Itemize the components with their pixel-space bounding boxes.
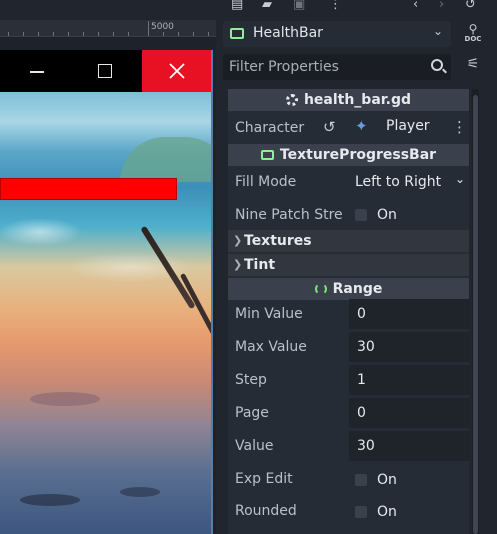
fill-mode-dropdown[interactable]: Left to Right ⌄ (349, 169, 469, 196)
open-resource-icon[interactable]: ▰ (262, 0, 272, 12)
close-button[interactable] (142, 50, 211, 92)
min-value-field[interactable]: 0 (349, 299, 469, 329)
checkbox-icon (355, 209, 367, 221)
node-scene-icon: ✦ (355, 117, 368, 135)
gear-icon (285, 94, 298, 106)
rounded-label: Rounded (235, 503, 297, 519)
property-list: health_bar.gd Character ↺ ✦ Player ⋮ Tex… (228, 89, 469, 534)
rounded-checkbox[interactable]: On (349, 498, 469, 526)
save-resource-icon[interactable]: ▣ (293, 0, 305, 12)
max-value-field[interactable]: 30 (349, 332, 469, 362)
value-label: Value (235, 438, 274, 454)
horizontal-ruler: 5000 (0, 20, 216, 37)
nine-patch-stretch-toggle-label: On (377, 207, 397, 223)
game-scene-background (0, 92, 211, 534)
viewport[interactable]: 5000 (0, 0, 216, 534)
filter-properties-input[interactable] (223, 54, 451, 80)
search-icon (431, 59, 443, 71)
node-select-row: HealthBar ⌄ ⚲ DOC (221, 21, 497, 47)
inspector-scrollbar[interactable] (472, 89, 479, 534)
texture-progress-bar-icon (260, 150, 274, 160)
script-section-header[interactable]: health_bar.gd (228, 89, 469, 111)
page-label: Page (235, 405, 269, 421)
value-field[interactable]: 30 (349, 431, 469, 461)
max-value-label: Max Value (235, 339, 307, 355)
new-resource-icon[interactable]: ▤ (231, 0, 243, 12)
inspector-tools-icon[interactable]: ⚟ (462, 56, 484, 78)
game-window-titlebar[interactable] (0, 50, 211, 92)
textures-group-label: Textures (244, 233, 312, 249)
class-name: TextureProgressBar (279, 147, 437, 163)
minimize-icon (30, 71, 44, 73)
filter-row: ⚟ (221, 54, 497, 80)
maximize-button[interactable] (86, 50, 124, 92)
chevron-right-icon: ❯ (233, 258, 243, 271)
character-value-field[interactable]: ✦ Player (349, 115, 454, 141)
character-value: Player (386, 118, 430, 134)
inspector-panel: ▤ ▰ ▣ ⋮ ‹ › ↺ HealthBar ⌄ ⚲ DOC ⚟ health… (221, 0, 497, 534)
fill-mode-label: Fill Mode (235, 174, 297, 190)
game-window[interactable] (0, 50, 213, 534)
tint-group-label: Tint (244, 257, 276, 273)
fill-mode-value: Left to Right (355, 174, 442, 190)
texture-progress-bar-icon (230, 28, 244, 39)
more-icon[interactable]: ⋮ (329, 0, 342, 12)
exp-edit-toggle-label: On (377, 472, 397, 488)
node-select-value: HealthBar (253, 25, 323, 41)
node-select[interactable]: HealthBar ⌄ (223, 21, 451, 47)
scrollbar-thumb[interactable] (473, 95, 478, 534)
doc-icon: ⚲ (468, 22, 478, 36)
nine-patch-stretch-label: Nine Patch Stret (235, 207, 343, 223)
exp-edit-checkbox[interactable]: On (349, 466, 469, 494)
object-history-icon[interactable]: ↺ (465, 0, 476, 12)
class-section-header[interactable]: TextureProgressBar (228, 144, 469, 166)
range-icon (314, 283, 327, 295)
chevron-down-icon: ⌄ (454, 172, 465, 186)
beach-rock (120, 487, 160, 497)
ruler-label: 5000 (151, 22, 174, 32)
checkbox-icon (355, 474, 367, 486)
textures-group[interactable]: ❯ Textures (228, 230, 469, 252)
checkbox-icon (355, 506, 367, 518)
maximize-icon (98, 64, 112, 78)
viewport-top-strip (0, 0, 216, 20)
grass-blade (140, 225, 196, 310)
minimize-button[interactable] (18, 50, 56, 92)
nine-patch-stretch-checkbox[interactable]: On (349, 201, 469, 229)
chevron-down-icon: ⌄ (432, 24, 443, 38)
close-icon (169, 63, 185, 79)
tint-group[interactable]: ❯ Tint (228, 254, 469, 276)
page-field[interactable]: 0 (349, 398, 469, 428)
history-forward-icon[interactable]: › (439, 0, 444, 12)
health-bar (0, 178, 177, 200)
reset-icon[interactable]: ↺ (323, 118, 336, 136)
min-value-label: Min Value (235, 306, 303, 322)
chevron-right-icon: ❯ (233, 234, 243, 247)
sand-shadow (30, 392, 100, 406)
inspector-toolbar: ▤ ▰ ▣ ⋮ ‹ › ↺ (221, 0, 497, 16)
range-section-header[interactable]: Range (228, 278, 469, 300)
rounded-toggle-label: On (377, 504, 397, 520)
doc-label: DOC (464, 35, 482, 43)
script-name: health_bar.gd (303, 92, 412, 108)
beach-rock (20, 494, 80, 506)
range-header-label: Range (332, 281, 383, 297)
step-field[interactable]: 1 (349, 365, 469, 395)
grass-blade (179, 272, 211, 338)
step-label: Step (235, 372, 267, 388)
exp-edit-label: Exp Edit (235, 471, 293, 487)
island-hill (120, 137, 211, 182)
documentation-button[interactable]: ⚲ DOC (461, 23, 485, 47)
history-back-icon[interactable]: ‹ (413, 0, 418, 12)
more-icon[interactable]: ⋮ (452, 118, 467, 136)
